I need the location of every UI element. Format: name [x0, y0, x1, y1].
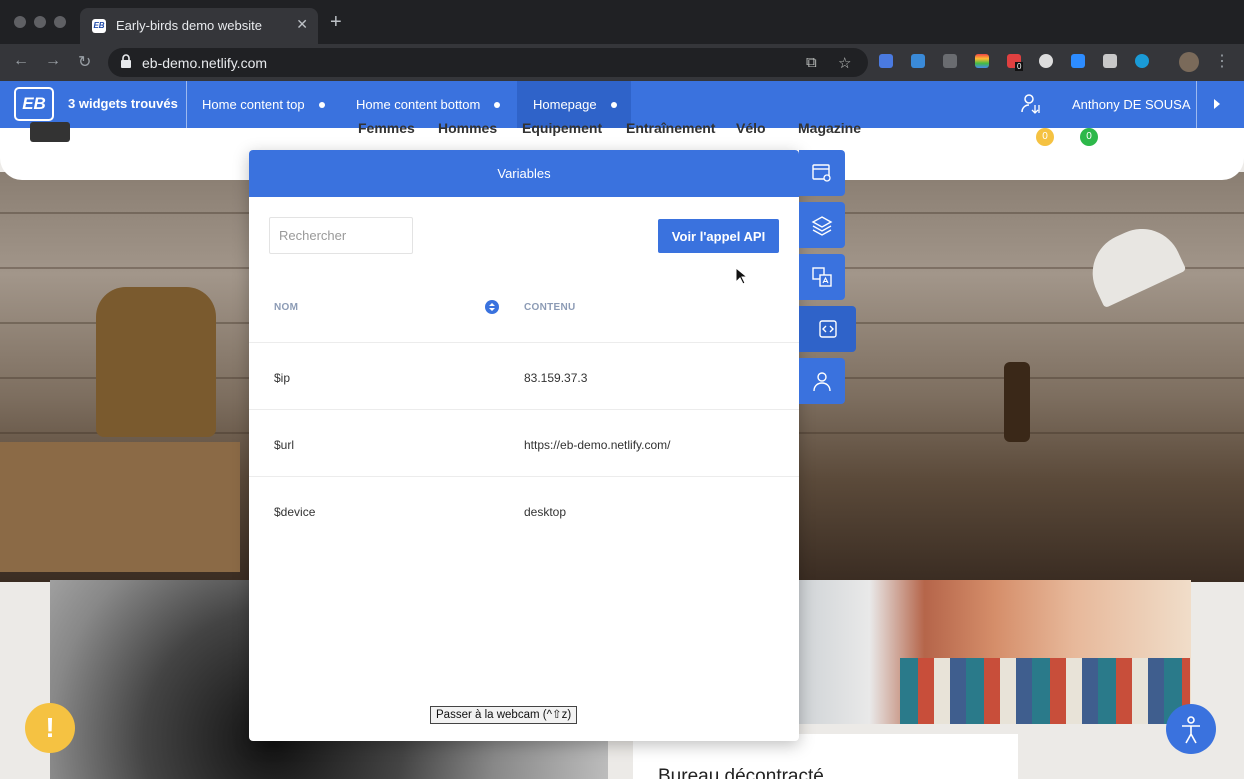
site-nav-item[interactable]: Entraînement	[626, 120, 715, 136]
table-row[interactable]: $device desktop	[249, 476, 799, 543]
view-api-call-button[interactable]: Voir l'appel API	[658, 219, 779, 253]
translate-icon	[812, 267, 832, 287]
expand-arrow-icon[interactable]	[1214, 99, 1220, 109]
variable-name: $url	[274, 438, 295, 452]
extension-icon[interactable]	[1039, 54, 1053, 68]
status-dot-icon	[494, 101, 501, 108]
cart-badge: 0	[1080, 128, 1098, 146]
search-input[interactable]	[269, 217, 413, 254]
widget-edit-button[interactable]	[799, 150, 845, 196]
browser-tab-bar: EB Early-birds demo website ✕ +	[0, 0, 1244, 44]
variable-content: https://eb-demo.netlify.com/	[524, 438, 671, 452]
card-title: Bureau décontracté	[658, 766, 824, 779]
extension-icon[interactable]	[975, 54, 989, 68]
widget-count: 3 widgets trouvés	[68, 96, 178, 111]
reload-icon[interactable]: ↻	[78, 52, 91, 72]
site-nav-item[interactable]: Hommes	[438, 120, 497, 136]
tab-title: Early-birds demo website	[116, 18, 262, 33]
lock-icon	[121, 54, 131, 68]
layers-button[interactable]	[799, 202, 845, 248]
favicon-icon: EB	[92, 19, 106, 33]
variable-content: 83.159.37.3	[524, 371, 588, 385]
window-close-button[interactable]	[14, 16, 26, 28]
new-tab-icon[interactable]: +	[330, 12, 342, 32]
bottle-image	[1004, 362, 1030, 442]
forward-icon[interactable]: →	[45, 52, 61, 70]
extension-badge: 0	[1015, 62, 1024, 71]
books-image	[900, 658, 1190, 724]
backpack-image	[96, 287, 216, 437]
mouse-cursor-icon	[735, 267, 747, 285]
user-button[interactable]	[799, 358, 845, 404]
eb-logo: EB	[14, 87, 54, 121]
code-button[interactable]	[799, 306, 856, 352]
column-header-name[interactable]: NOM	[274, 302, 298, 313]
download-icon[interactable]	[943, 54, 957, 68]
divider	[1196, 81, 1197, 128]
browser-toolbar: ← → ↻ eb-demo.netlify.com ⧉ ☆ 0 ⋮	[0, 44, 1244, 81]
browser-tab[interactable]: EB Early-birds demo website ✕	[80, 8, 318, 44]
lamp-image	[1079, 215, 1187, 309]
layers-icon	[811, 216, 833, 236]
widget-tab-home-content-top[interactable]: Home content top	[186, 81, 354, 128]
tab-close-icon[interactable]: ✕	[296, 16, 308, 33]
zoom-extension-icon[interactable]	[1071, 54, 1085, 68]
site-nav-item[interactable]: Magazine	[798, 120, 861, 136]
translate-button[interactable]	[799, 254, 845, 300]
widget-edit-icon	[812, 164, 831, 182]
table-row[interactable]: $ip 83.159.37.3	[249, 342, 799, 409]
help-button[interactable]	[1166, 704, 1216, 754]
translate-page-icon[interactable]: ⧉	[806, 54, 817, 71]
widget-tab-label: Home content bottom	[356, 97, 481, 112]
back-icon[interactable]: ←	[13, 52, 29, 70]
status-dot-icon	[318, 101, 325, 108]
rocket-extension-icon[interactable]: 0	[1007, 54, 1024, 71]
user-icon	[813, 372, 831, 392]
column-header-content[interactable]: CONTENU	[524, 302, 576, 313]
crate-image	[0, 442, 240, 572]
site-nav-item[interactable]: Femmes	[358, 120, 415, 136]
status-dot-icon	[610, 101, 617, 108]
sort-icon[interactable]	[485, 300, 499, 314]
switch-user-icon[interactable]	[1020, 93, 1042, 115]
webcam-tooltip: Passer à la webcam (^⇧z)	[430, 706, 578, 724]
site-logo[interactable]	[30, 122, 70, 142]
extension-icon[interactable]	[879, 54, 893, 68]
variable-content: desktop	[524, 505, 567, 519]
early-birds-bar: EB 3 widgets trouvés Home content top Ho…	[0, 81, 1244, 128]
window-minimize-button[interactable]	[34, 16, 46, 28]
variables-panel: Variables Voir l'appel API NOM CONTENU $…	[249, 150, 799, 741]
cart-badge: 0	[1036, 128, 1054, 146]
menu-icon[interactable]: ⋮	[1214, 51, 1230, 71]
variable-name: $device	[274, 505, 316, 519]
extension-icon[interactable]	[911, 54, 925, 68]
variable-name: $ip	[274, 371, 291, 385]
warning-button[interactable]: !	[25, 703, 75, 753]
bookmark-star-icon[interactable]: ☆	[838, 54, 851, 72]
accessibility-icon	[1182, 716, 1200, 744]
extension-icon[interactable]	[1103, 54, 1117, 68]
address-bar[interactable]: eb-demo.netlify.com ⧉ ☆	[108, 48, 868, 77]
panel-title: Variables	[249, 150, 799, 197]
site-nav-item[interactable]: Vélo	[736, 120, 766, 136]
site-nav-item[interactable]: Equipement	[522, 120, 602, 136]
extension-icon[interactable]	[1135, 54, 1149, 68]
code-icon	[819, 320, 837, 338]
table-row[interactable]: $url https://eb-demo.netlify.com/	[249, 409, 799, 476]
widget-tab-label: Homepage	[533, 97, 597, 112]
user-name: Anthony DE SOUSA	[1072, 97, 1191, 112]
avatar[interactable]	[1179, 52, 1199, 72]
window-maximize-button[interactable]	[54, 16, 66, 28]
url-text: eb-demo.netlify.com	[142, 55, 268, 71]
widget-tab-label: Home content top	[202, 97, 305, 112]
